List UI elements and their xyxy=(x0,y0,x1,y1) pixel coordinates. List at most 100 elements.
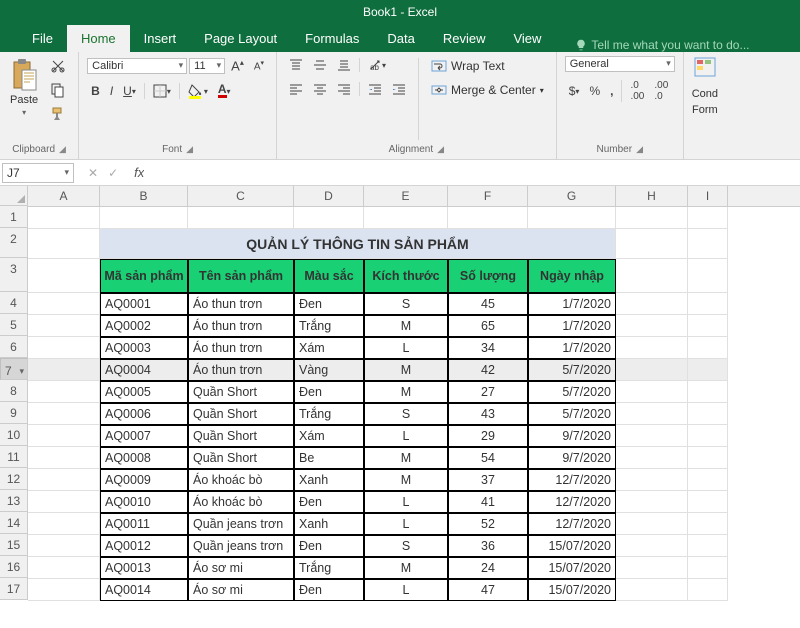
cell[interactable] xyxy=(688,359,728,381)
table-cell[interactable]: 41 xyxy=(448,491,528,513)
table-cell[interactable]: 5/7/2020 xyxy=(528,403,616,425)
cell[interactable] xyxy=(688,579,728,601)
cell[interactable] xyxy=(28,359,100,381)
table-cell[interactable]: AQ0008 xyxy=(100,447,188,469)
column-header[interactable]: I xyxy=(688,186,728,206)
cell[interactable] xyxy=(28,403,100,425)
table-cell[interactable]: M xyxy=(364,557,448,579)
table-cell[interactable]: S xyxy=(364,403,448,425)
table-cell[interactable]: Áo thun trơn xyxy=(188,359,294,381)
cell[interactable] xyxy=(616,315,688,337)
merge-center-button[interactable]: Merge & Center ▾ xyxy=(427,80,548,100)
formula-input[interactable] xyxy=(144,164,800,182)
cell[interactable] xyxy=(28,425,100,447)
cell[interactable] xyxy=(688,469,728,491)
table-cell[interactable]: 12/7/2020 xyxy=(528,469,616,491)
table-cell[interactable]: M xyxy=(364,359,448,381)
table-header[interactable]: Số lượng xyxy=(448,259,528,293)
cancel-formula-icon[interactable]: ✕ xyxy=(88,166,98,180)
table-cell[interactable]: M xyxy=(364,447,448,469)
row-header[interactable]: 4 xyxy=(0,292,28,314)
cell[interactable] xyxy=(28,337,100,359)
table-cell[interactable]: 24 xyxy=(448,557,528,579)
table-cell[interactable]: Xanh xyxy=(294,513,364,535)
cell[interactable] xyxy=(688,491,728,513)
table-cell[interactable]: Trắng xyxy=(294,557,364,579)
cell[interactable] xyxy=(688,425,728,447)
table-cell[interactable]: 52 xyxy=(448,513,528,535)
table-cell[interactable]: Đen xyxy=(294,491,364,513)
cell[interactable] xyxy=(294,207,364,229)
sheet-title[interactable]: QUẢN LÝ THÔNG TIN SẢN PHẨM xyxy=(100,229,616,259)
clipboard-dialog-launcher[interactable]: ◢ xyxy=(59,144,66,155)
table-cell[interactable]: AQ0014 xyxy=(100,579,188,601)
table-cell[interactable]: Áo sơ mi xyxy=(188,579,294,601)
borders-button[interactable]: ▾ xyxy=(149,82,175,100)
row-header[interactable]: 10 xyxy=(0,424,28,446)
table-cell[interactable]: Áo thun trơn xyxy=(188,337,294,359)
row-header[interactable]: 6 xyxy=(0,336,28,358)
table-cell[interactable]: AQ0005 xyxy=(100,381,188,403)
table-cell[interactable]: AQ0007 xyxy=(100,425,188,447)
cell[interactable] xyxy=(28,207,100,229)
table-cell[interactable]: L xyxy=(364,579,448,601)
table-cell[interactable]: Áo khoác bò xyxy=(188,491,294,513)
number-dialog-launcher[interactable]: ◢ xyxy=(636,144,643,155)
row-header[interactable]: 16 xyxy=(0,556,28,578)
cell[interactable] xyxy=(688,259,728,293)
table-cell[interactable]: 1/7/2020 xyxy=(528,337,616,359)
table-cell[interactable]: L xyxy=(364,491,448,513)
table-cell[interactable]: 9/7/2020 xyxy=(528,425,616,447)
column-header[interactable]: H xyxy=(616,186,688,206)
table-cell[interactable]: Quần Short xyxy=(188,381,294,403)
format-painter-button[interactable] xyxy=(46,104,70,124)
align-right-button[interactable] xyxy=(333,80,355,98)
column-header[interactable]: E xyxy=(364,186,448,206)
table-cell[interactable]: L xyxy=(364,425,448,447)
table-cell[interactable]: 29 xyxy=(448,425,528,447)
number-format-select[interactable]: General xyxy=(565,56,675,72)
table-cell[interactable]: AQ0006 xyxy=(100,403,188,425)
cell[interactable] xyxy=(28,535,100,557)
cell[interactable] xyxy=(616,447,688,469)
row-header[interactable]: 13 xyxy=(0,490,28,512)
align-left-button[interactable] xyxy=(285,80,307,98)
cell[interactable] xyxy=(616,425,688,447)
fx-icon[interactable]: fx xyxy=(126,165,144,180)
underline-button[interactable]: U ▾ xyxy=(119,82,140,100)
table-cell[interactable]: 5/7/2020 xyxy=(528,381,616,403)
align-top-button[interactable] xyxy=(285,56,307,74)
orientation-button[interactable]: ab ▾ xyxy=(364,56,390,74)
table-cell[interactable]: AQ0012 xyxy=(100,535,188,557)
cell[interactable] xyxy=(28,229,100,259)
alignment-dialog-launcher[interactable]: ◢ xyxy=(437,144,444,155)
cell[interactable] xyxy=(616,259,688,293)
row-header[interactable]: 7 xyxy=(0,358,28,380)
cell[interactable] xyxy=(688,557,728,579)
cell[interactable] xyxy=(28,579,100,601)
table-cell[interactable]: M xyxy=(364,315,448,337)
cell[interactable] xyxy=(616,337,688,359)
table-cell[interactable]: 34 xyxy=(448,337,528,359)
table-cell[interactable]: Đen xyxy=(294,579,364,601)
worksheet-grid[interactable]: ABCDEFGHI 1234567891011121314151617 QUẢN… xyxy=(0,186,800,601)
accounting-format-button[interactable]: $ ▾ xyxy=(565,82,584,100)
table-cell[interactable]: AQ0003 xyxy=(100,337,188,359)
cell[interactable] xyxy=(616,469,688,491)
increase-decimal-button[interactable]: .0.00 xyxy=(626,78,648,104)
cell[interactable] xyxy=(688,447,728,469)
conditional-formatting-button[interactable]: Cond Form xyxy=(692,56,718,116)
table-cell[interactable]: 36 xyxy=(448,535,528,557)
row-header[interactable]: 5 xyxy=(0,314,28,336)
wrap-text-button[interactable]: Wrap Text xyxy=(427,56,548,76)
cell[interactable] xyxy=(616,491,688,513)
cell[interactable] xyxy=(28,293,100,315)
table-header[interactable]: Tên sản phẩm xyxy=(188,259,294,293)
row-header[interactable]: 14 xyxy=(0,512,28,534)
table-cell[interactable]: Be xyxy=(294,447,364,469)
table-cell[interactable]: Quần jeans trơn xyxy=(188,513,294,535)
table-cell[interactable]: L xyxy=(364,513,448,535)
italic-button[interactable]: I xyxy=(106,82,117,100)
increase-font-button[interactable]: A▴ xyxy=(227,56,248,75)
tab-formulas[interactable]: Formulas xyxy=(291,25,373,52)
